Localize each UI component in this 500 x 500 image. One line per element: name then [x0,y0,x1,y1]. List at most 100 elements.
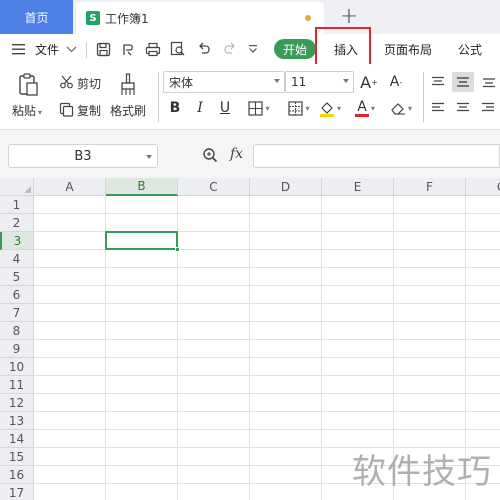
tab-formula-label: 公式 [458,42,483,57]
font-size-select[interactable]: 11 [285,71,354,93]
scissors-icon[interactable] [58,75,74,89]
file-menu-label: 文件 [35,42,60,57]
row-header-9[interactable]: 9 [0,340,34,358]
row-gridline [34,321,500,322]
formula-input[interactable] [253,144,500,168]
row-header-14[interactable]: 14 [0,430,34,448]
insert-tab-highlight [315,27,371,66]
row-gridline [34,303,500,304]
row-header-2[interactable]: 2 [0,214,34,232]
export-icon[interactable] [120,41,136,57]
align-middle-button[interactable] [452,72,474,92]
ribbon-divider [158,72,159,122]
new-tab-button[interactable]: + [338,3,360,29]
format-painter-icon[interactable] [118,72,138,98]
format-painter-button[interactable]: 格式刷 [110,102,146,119]
row-header-16[interactable]: 16 [0,466,34,484]
align-top-icon [432,76,444,86]
tab-workbook[interactable]: S 工作簿1 [76,2,324,34]
fill-handle[interactable] [175,247,180,252]
bold-button[interactable]: B [166,98,184,118]
row-gridline [34,249,500,250]
row-header-4[interactable]: 4 [0,250,34,268]
column-gridline [321,196,322,500]
column-header-d[interactable]: D [250,178,322,196]
align-left-button[interactable] [429,98,447,118]
column-header-c[interactable]: C [178,178,250,196]
row-header-12[interactable]: 12 [0,394,34,412]
paste-icon[interactable] [16,72,40,98]
font-name-select[interactable]: 宋体 [163,71,285,93]
align-top-button[interactable] [429,72,447,92]
watermark-text: 软件技巧 [352,452,492,492]
align-center-button[interactable] [454,98,472,118]
name-box[interactable]: B3 [8,144,158,168]
formula-bar: B3 fx [0,130,500,178]
selected-cell[interactable] [105,231,178,250]
select-all-corner[interactable] [0,178,34,196]
column-header-g[interactable]: G [466,178,500,196]
copy-button[interactable]: 复制 [77,102,101,119]
column-header-a[interactable]: A [34,178,106,196]
title-tab-bar: 首页 S 工作簿1 + [0,0,500,34]
row-header-15[interactable]: 15 [0,448,34,466]
column-header-f[interactable]: F [394,178,466,196]
quick-access-dropdown-icon[interactable] [247,43,259,55]
paste-button[interactable]: 粘贴 ▾ [12,102,42,119]
align-bottom-icon [483,78,495,88]
ribbon-divider [423,72,424,122]
italic-button[interactable]: I [191,98,209,118]
cell-format-icon [288,100,304,116]
file-menu[interactable]: 文件 [35,34,59,64]
redo-icon[interactable] [221,41,237,57]
tab-home[interactable]: 首页 [0,0,73,34]
row-header-17[interactable]: 17 [0,484,34,500]
font-color-swatch [354,114,369,117]
copy-icon[interactable] [58,101,74,117]
column-header-b[interactable]: B [106,178,178,196]
row-header-3[interactable]: 3 [0,232,34,250]
align-bottom-button[interactable] [480,72,498,92]
column-gridline [249,196,250,500]
shrink-font-button[interactable]: A- [387,72,405,92]
tab-formula[interactable]: 公式 [458,34,482,64]
clear-format-button[interactable]: ▾ [386,98,416,118]
align-right-button[interactable] [479,98,497,118]
borders-button[interactable]: ▾ [244,98,274,118]
eraser-icon [391,103,405,115]
hamburger-menu-icon[interactable] [12,42,26,56]
row-header-13[interactable]: 13 [0,412,34,430]
grow-font-button[interactable]: A + [360,72,378,92]
row-header-8[interactable]: 8 [0,322,34,340]
print-icon[interactable] [145,41,161,57]
row-header-5[interactable]: 5 [0,268,34,286]
row-header-11[interactable]: 11 [0,376,34,394]
row-gridline [34,285,500,286]
tab-page-layout-label: 页面布局 [384,42,433,57]
name-box-value: B3 [74,148,92,164]
underline-button[interactable]: U [216,98,234,118]
cut-button[interactable]: 剪切 [77,75,101,92]
font-size-value: 11 [291,75,307,89]
print-preview-icon[interactable] [170,41,186,57]
zoom-search-icon[interactable] [202,147,218,167]
align-middle-icon [457,77,469,87]
row-header-6[interactable]: 6 [0,286,34,304]
chevron-down-icon[interactable] [65,43,77,55]
row-header-7[interactable]: 7 [0,304,34,322]
row-gridline [34,429,500,430]
insert-function-button[interactable]: fx [230,146,243,162]
fill-pattern-button[interactable]: ▾ [284,98,314,118]
paste-label: 粘贴 [12,104,37,118]
fill-color-button[interactable]: ▾ [315,98,345,118]
tab-start[interactable]: 开始 [274,39,316,59]
row-header-10[interactable]: 10 [0,358,34,376]
column-header-e[interactable]: E [322,178,394,196]
font-color-button[interactable]: A ▾ [350,98,380,118]
undo-icon[interactable] [196,41,212,57]
borders-icon [248,100,264,116]
align-right-icon [482,102,494,112]
save-icon[interactable] [95,41,111,57]
tab-page-layout[interactable]: 页面布局 [384,34,432,64]
row-header-1[interactable]: 1 [0,196,34,214]
